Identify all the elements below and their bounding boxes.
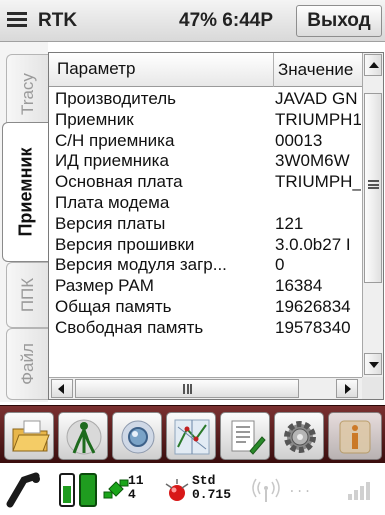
tab-tracy-label: Tracy (17, 73, 37, 115)
table-row[interactable]: Плата модема (49, 192, 362, 213)
value-cell: 121 (275, 213, 304, 233)
settings-button[interactable] (274, 412, 324, 460)
folder-icon (12, 420, 50, 452)
value-cell: 0 (275, 255, 285, 275)
tab-receiver-label: Приемник (15, 147, 35, 237)
battery-clock-status: 47% 6:44P (179, 10, 274, 31)
grip-icon (368, 180, 379, 189)
param-cell: ИД приемника (55, 151, 169, 171)
survey-icon (66, 419, 102, 455)
table-header: Параметр Значение (49, 53, 362, 87)
status-bar: 11 4 Std 0.715 ... (0, 464, 385, 515)
arrow-down-icon (369, 362, 379, 368)
value-cell: 3W0M6W (275, 151, 350, 171)
horizontal-scroll-thumb[interactable] (75, 379, 299, 398)
table-row[interactable]: Основная плата TRIUMPH_ (49, 171, 362, 192)
param-cell: С/Н приемника (55, 130, 175, 150)
param-cell: Версия прошивки (55, 234, 195, 254)
scrollbar-corner (362, 377, 383, 399)
app-title: RTK (38, 10, 78, 31)
scroll-right-button[interactable] (336, 379, 358, 398)
arrow-left-icon (58, 384, 64, 394)
table-row[interactable]: Свободная память 19578340 (49, 317, 362, 338)
table-row[interactable]: Версия прошивки 3.0.0b27 I (49, 234, 362, 255)
value-cell: 3.0.0b27 I (275, 234, 351, 254)
survey-button[interactable] (58, 412, 108, 460)
satellites-tracked: 11 (128, 473, 144, 488)
table-row[interactable]: С/Н приемника 00013 (49, 130, 362, 151)
value-cell: TRIUMPH_ (275, 172, 361, 192)
open-file-button[interactable] (4, 412, 54, 460)
value-cell: 19626834 (275, 296, 351, 316)
receiver-icon[interactable] (6, 472, 42, 508)
value-cell: 16384 (275, 276, 323, 296)
table-row[interactable]: Версия платы 121 (49, 213, 362, 234)
signal-bars-icon[interactable] (346, 478, 374, 502)
param-cell: Плата модема (55, 192, 170, 212)
edit-doc-icon (231, 420, 266, 455)
table-body: Производитель JAVAD GN Приемник TRIUMPH1 С… (49, 88, 362, 376)
value-cell: JAVAD GN (275, 89, 358, 108)
param-cell: Версия модуля загр... (55, 255, 227, 275)
info-button[interactable] (328, 412, 382, 460)
side-tabs: Tracy Приемник ППК Файл (0, 42, 48, 402)
arrow-right-icon (345, 384, 351, 394)
tab-ppk-label: ППК (17, 277, 37, 313)
table-row[interactable]: Приемник TRIUMPH1 (49, 109, 362, 130)
std-label: Std (192, 473, 216, 488)
tab-ppk[interactable]: ППК (6, 262, 48, 328)
std-value: 0.715 (192, 487, 232, 502)
param-cell: Приемник (55, 109, 134, 129)
map-icon (174, 419, 210, 455)
table-row[interactable]: Размер РАМ 16384 (49, 275, 362, 296)
settings-icon (284, 421, 316, 453)
vertical-scrollbar[interactable] (362, 53, 383, 377)
table-row[interactable]: Общая память 19626834 (49, 296, 362, 317)
scroll-down-button[interactable] (364, 353, 382, 375)
column-header-parameter[interactable]: Параметр (57, 59, 257, 79)
arrow-up-icon (369, 62, 379, 68)
value-cell: 19578340 (275, 317, 351, 337)
scroll-up-button[interactable] (364, 54, 382, 76)
battery-icon[interactable] (58, 470, 98, 510)
receiver-info-table: Параметр Значение Производитель JAVAD GN … (48, 52, 384, 400)
horizontal-scrollbar[interactable] (49, 377, 362, 399)
search-button[interactable] (112, 412, 162, 460)
table-row[interactable]: Производитель JAVAD GN (49, 88, 362, 109)
start-menu-icon[interactable] (4, 8, 30, 34)
link-status-dots: ... (288, 481, 312, 496)
info-icon (339, 420, 371, 454)
map-button[interactable] (166, 412, 216, 460)
search-icon (121, 420, 155, 454)
param-cell: Размер РАМ (55, 276, 154, 296)
grip-icon (183, 384, 192, 394)
tab-file-label: Файл (17, 343, 37, 385)
tab-file[interactable]: Файл (6, 328, 48, 400)
value-cell: TRIUMPH1 (275, 109, 361, 129)
table-row[interactable]: ИД приемника 3W0M6W (49, 150, 362, 171)
main-toolbar (0, 405, 385, 463)
column-header-value[interactable]: Значение (273, 53, 361, 87)
param-cell: Основная плата (55, 172, 183, 192)
param-cell: Версия платы (55, 213, 166, 233)
table-row[interactable]: Версия модуля загр... 0 (49, 254, 362, 275)
param-cell: Общая память (55, 296, 172, 316)
fix-status-icon[interactable] (162, 476, 192, 506)
tab-receiver[interactable]: Приемник (2, 122, 48, 262)
vertical-scroll-thumb[interactable] (364, 93, 382, 283)
radio-signal-icon[interactable] (252, 476, 280, 504)
param-cell: Производитель (55, 89, 177, 108)
satellites-used: 4 (128, 487, 136, 502)
satellite-icon[interactable] (103, 478, 129, 504)
edit-document-button[interactable] (220, 412, 270, 460)
title-bar: RTK 47% 6:44P Выход (0, 0, 385, 42)
exit-button[interactable]: Выход (296, 5, 382, 37)
value-cell: 00013 (275, 130, 323, 150)
param-cell: Свободная память (55, 317, 204, 337)
scroll-left-button[interactable] (51, 379, 73, 398)
